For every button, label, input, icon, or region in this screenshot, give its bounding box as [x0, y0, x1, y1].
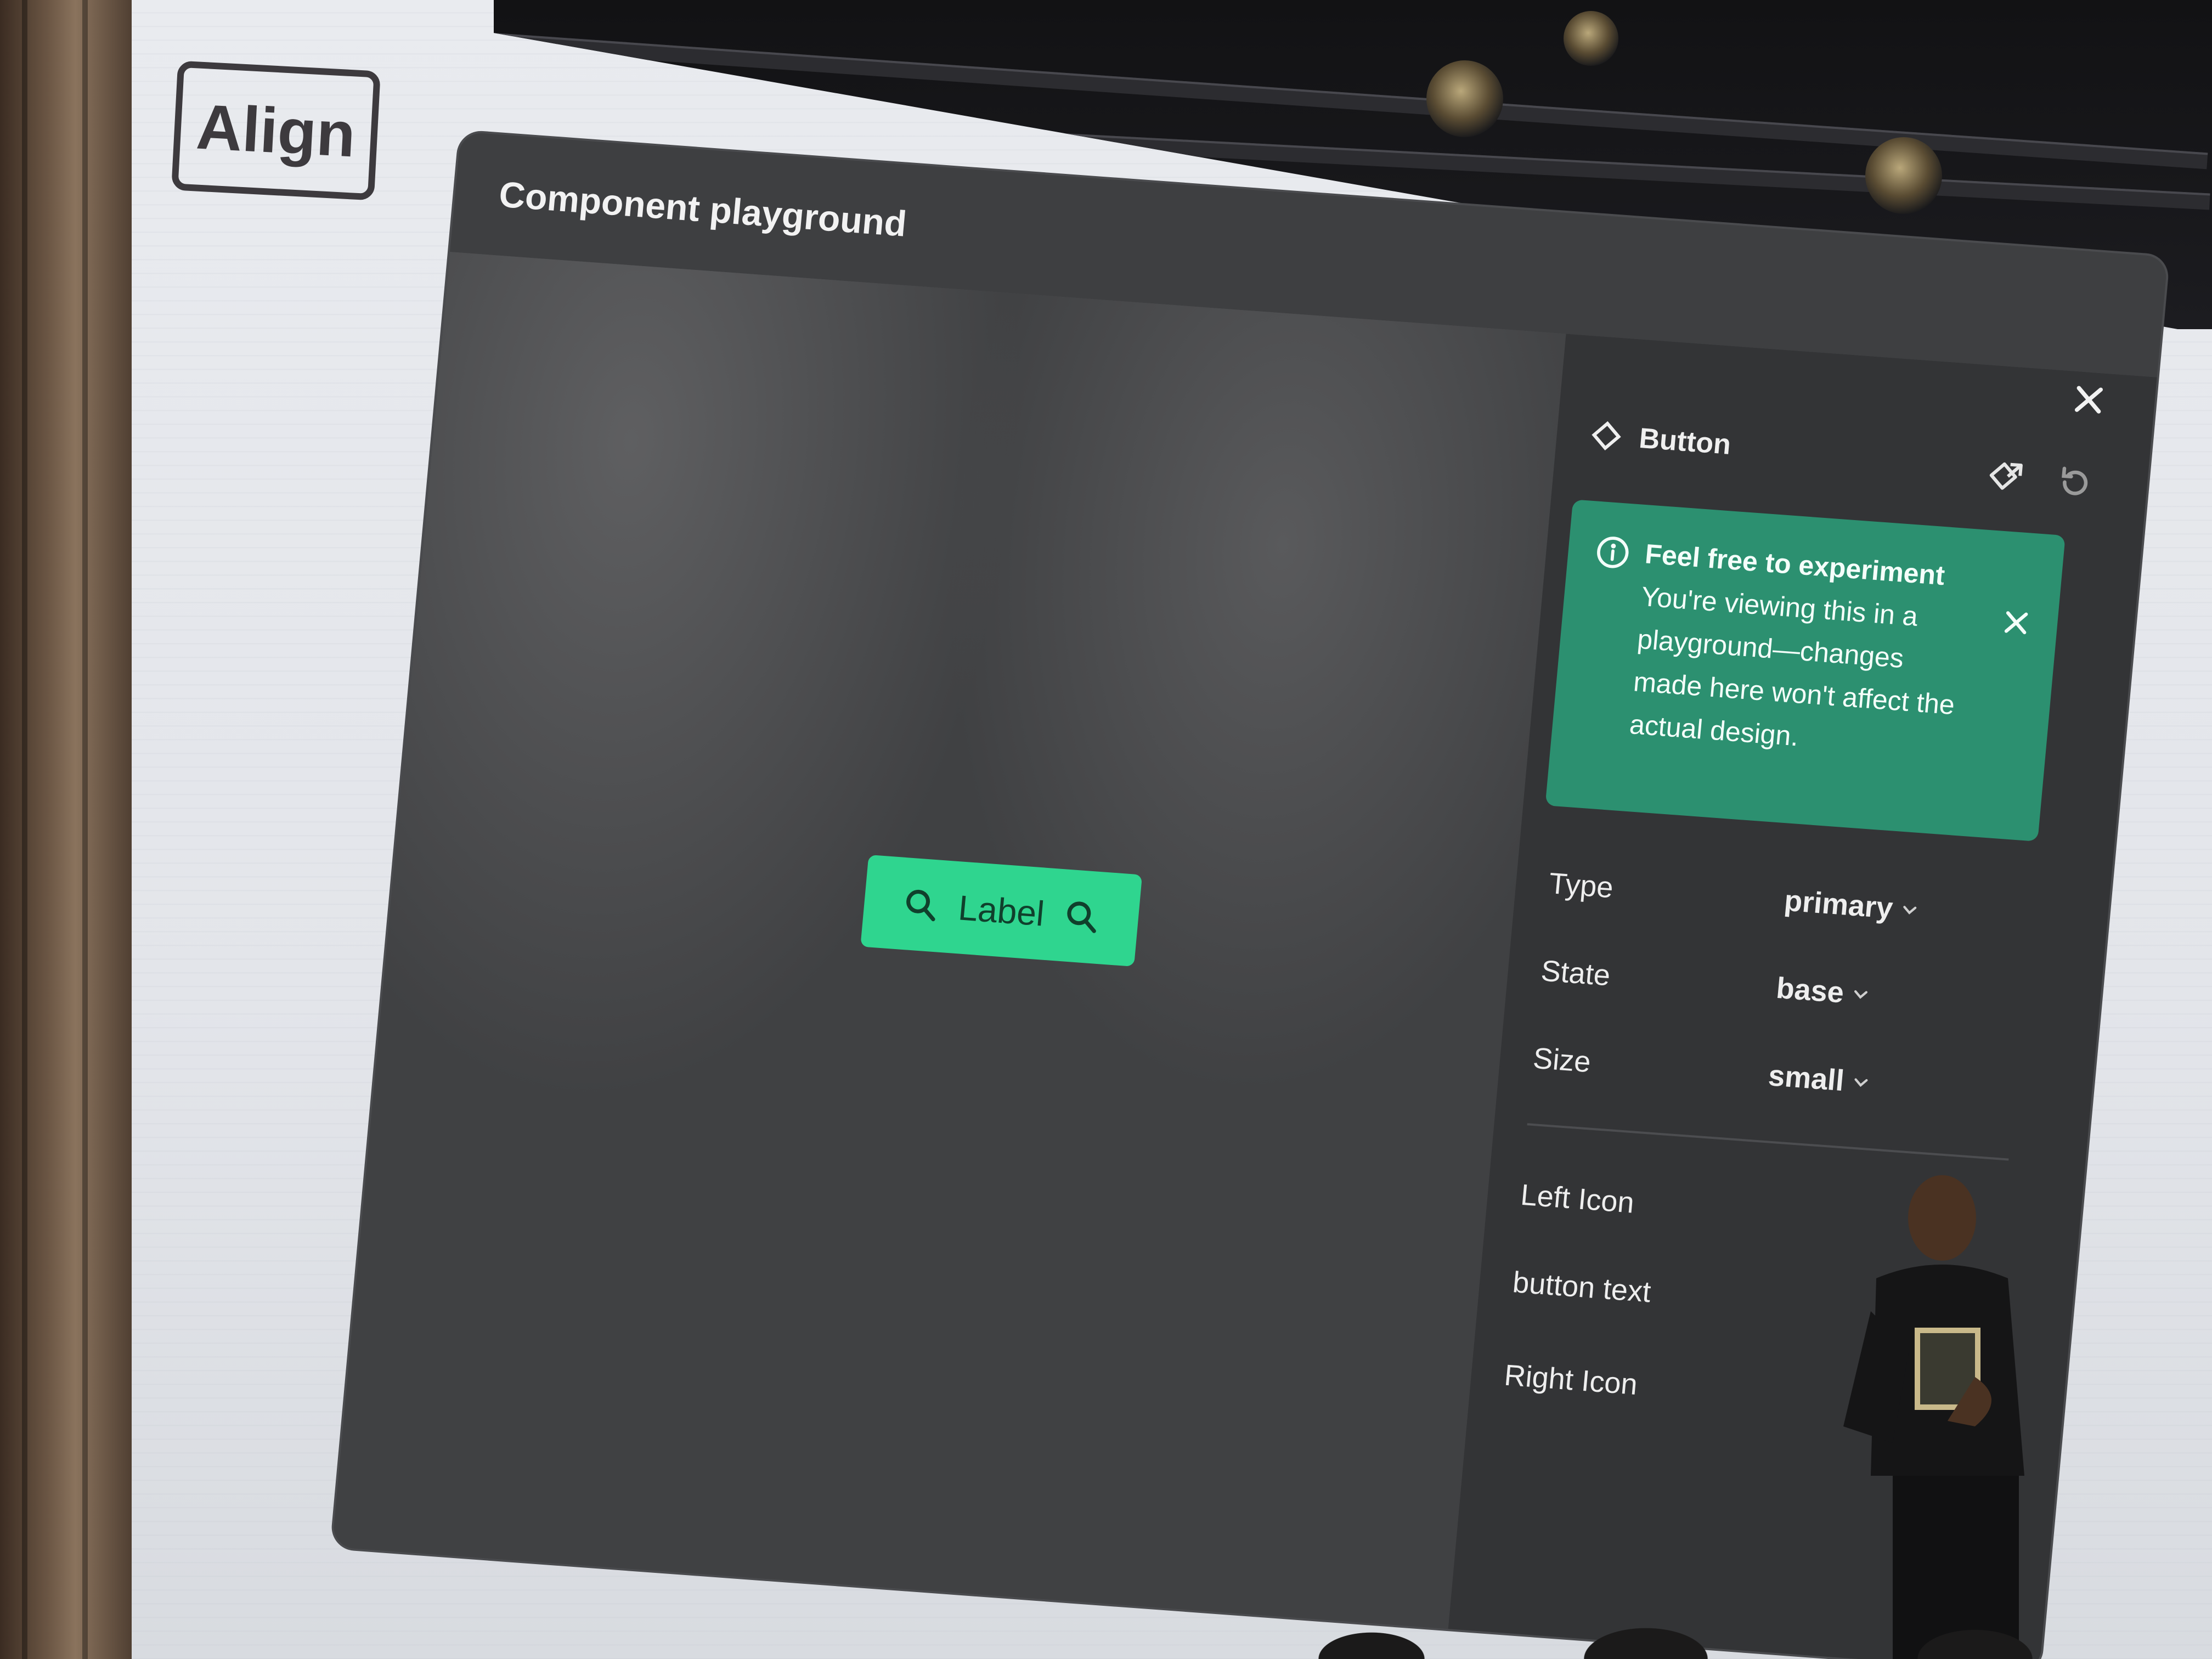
window-title: Component playground — [497, 173, 909, 244]
section-divider — [1527, 1123, 2009, 1161]
property-select-size[interactable]: small — [1767, 1058, 1872, 1099]
align-logo: Align — [171, 60, 381, 201]
chevron-down-icon — [1854, 1078, 1868, 1087]
wooden-wall — [0, 0, 137, 1659]
component-name: Button — [1638, 422, 1733, 461]
property-value: base — [1775, 971, 1846, 1009]
go-to-component-icon[interactable] — [1987, 459, 2026, 498]
audience-heads — [1262, 1613, 2212, 1659]
stage-lamp — [1564, 11, 1618, 66]
reset-icon[interactable] — [2056, 464, 2095, 503]
component-diamond-icon — [1592, 421, 1621, 451]
property-label: button text — [1511, 1266, 1652, 1309]
wall-groove — [22, 0, 27, 1659]
property-label: Right Icon — [1503, 1358, 1639, 1402]
stage-lamp — [1865, 137, 1942, 214]
property-select-state[interactable]: base — [1775, 971, 1871, 1012]
property-value: small — [1767, 1059, 1846, 1098]
chevron-down-icon — [1854, 990, 1868, 999]
property-row-type: Type primary — [1546, 861, 2044, 952]
properties-panel: Button Feel free to experiment You're vi… — [1448, 334, 2157, 1659]
close-icon[interactable] — [2071, 382, 2107, 417]
search-icon — [1067, 901, 1097, 933]
stage-lamp — [1426, 60, 1503, 137]
search-icon — [906, 889, 935, 922]
info-icon — [1597, 537, 1629, 568]
property-select-type[interactable]: primary — [1783, 884, 1921, 928]
close-icon[interactable] — [2001, 608, 2031, 637]
playground-notice: Feel free to experiment You're viewing t… — [1545, 499, 2066, 842]
property-label: Size — [1531, 1041, 1593, 1079]
property-value: primary — [1782, 884, 1894, 925]
notice-text: Feel free to experiment You're viewing t… — [1628, 532, 1976, 769]
preview-canvas: Label — [332, 252, 1566, 1629]
panel-actions — [1987, 459, 2095, 503]
property-row-size: Size small — [1530, 1036, 2028, 1127]
property-row-state: State base — [1538, 948, 2036, 1039]
property-label: State — [1539, 954, 1612, 992]
chevron-down-icon — [1903, 906, 1917, 915]
component-header: Button — [1588, 418, 1733, 461]
property-label: Left Icon — [1519, 1178, 1636, 1220]
notice-body: You're viewing this in a playground—chan… — [1628, 580, 1956, 752]
presenter — [1843, 1175, 2024, 1659]
preview-primary-button[interactable]: Label — [860, 854, 1143, 967]
property-label: Type — [1547, 867, 1615, 905]
preview-button-label: Label — [956, 888, 1046, 934]
wall-groove — [82, 0, 88, 1659]
photo-scene: Align Component playground Label Button — [0, 0, 2212, 1659]
